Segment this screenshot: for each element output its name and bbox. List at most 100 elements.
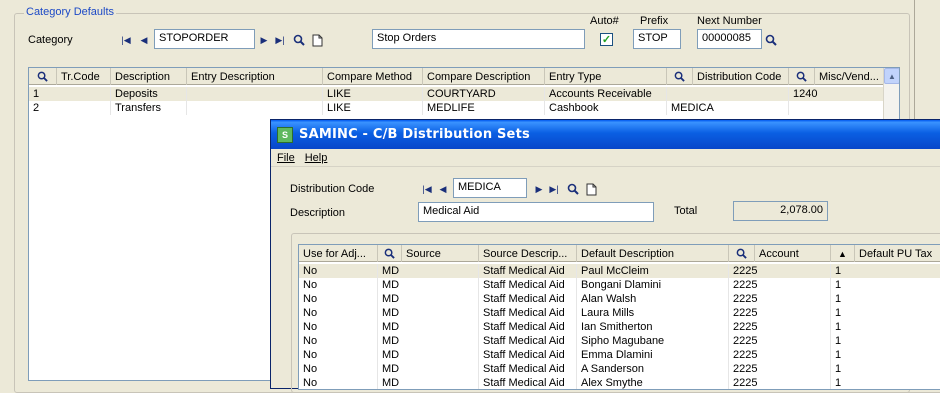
cell-source-description: Staff Medical Aid <box>479 306 577 320</box>
distribution-code-label: Distribution Code <box>290 183 375 195</box>
column-search-icon[interactable] <box>789 68 815 85</box>
table-row[interactable]: No MD Staff Medical Aid Ian Smitherton 2225 1 <box>299 320 940 334</box>
new-document-icon[interactable] <box>310 33 324 47</box>
cell-source: MD <box>378 362 479 376</box>
table-row[interactable]: No MD Staff Medical Aid Paul McCleim 2225 1 <box>299 264 940 278</box>
cell-account: 2225 <box>729 320 831 334</box>
column-header-use-for-adj[interactable]: Use for Adj... <box>299 245 378 262</box>
cell-default-description: Bongani Dlamini <box>577 278 729 292</box>
column-header-source[interactable]: Source <box>402 245 479 262</box>
column-header-account[interactable]: Account <box>755 245 831 262</box>
cell-default-pu-tax: 1 <box>831 376 940 389</box>
description-field[interactable]: Medical Aid <box>418 202 654 222</box>
cell-use-for-adj: No <box>299 292 378 306</box>
next-record-icon[interactable]: ▶ <box>533 182 545 196</box>
cell-default-pu-tax: 1 <box>831 264 940 278</box>
cell-compare-method: LIKE <box>323 101 423 115</box>
table-row[interactable]: No MD Staff Medical Aid Emma Dlamini 2225 1 <box>299 348 940 362</box>
finder-search-icon[interactable] <box>292 33 306 47</box>
next-number-field[interactable]: 00000085 <box>697 29 762 49</box>
next-number-search-icon[interactable] <box>764 33 778 47</box>
table-row[interactable]: No MD Staff Medical Aid Laura Mills 2225 1 <box>299 306 940 320</box>
first-record-icon[interactable]: |◀ <box>421 182 433 196</box>
menu-file[interactable]: File <box>277 152 295 164</box>
column-header-compare-description[interactable]: Compare Description <box>423 68 545 85</box>
table-row[interactable]: No MD Staff Medical Aid Alex Smythe 2225 1 <box>299 376 940 389</box>
table-row[interactable]: 1 Deposits LIKE COURTYARD Accounts Recei… <box>29 87 885 101</box>
cell-default-description: Ian Smitherton <box>577 320 729 334</box>
scroll-up-icon[interactable]: ▲ <box>884 68 899 84</box>
last-record-icon[interactable]: ▶| <box>548 182 560 196</box>
distribution-grid-header: Use for Adj... Source Source Descrip... … <box>299 245 940 262</box>
cell-use-for-adj: No <box>299 264 378 278</box>
finder-search-icon[interactable] <box>566 182 580 196</box>
column-header-entry-type[interactable]: Entry Type <box>545 68 667 85</box>
category-description-field[interactable]: Stop Orders <box>372 29 585 49</box>
prefix-field[interactable]: STOP <box>633 29 681 49</box>
auto-number-checkbox[interactable]: ✓ <box>600 33 613 46</box>
menu-help[interactable]: Help <box>305 152 328 164</box>
cell-source: MD <box>378 348 479 362</box>
column-search-icon[interactable] <box>729 245 755 262</box>
first-record-icon[interactable]: |◀ <box>120 33 132 47</box>
sort-ascending-icon[interactable]: ▲ <box>831 245 855 262</box>
new-document-icon[interactable] <box>584 182 598 196</box>
column-header-default-description[interactable]: Default Description <box>577 245 729 262</box>
column-header-description[interactable]: Description <box>111 68 187 85</box>
next-record-icon[interactable]: ▶ <box>258 33 270 47</box>
cell-source-description: Staff Medical Aid <box>479 278 577 292</box>
cell-source-description: Staff Medical Aid <box>479 334 577 348</box>
column-search-icon[interactable] <box>667 68 693 85</box>
previous-record-icon[interactable]: ◀ <box>138 33 150 47</box>
cell-entry-description <box>187 87 323 101</box>
cell-source-description: Staff Medical Aid <box>479 264 577 278</box>
cell-default-description: Laura Mills <box>577 306 729 320</box>
column-header-tr-code[interactable]: Tr.Code <box>57 68 111 85</box>
table-row[interactable]: No MD Staff Medical Aid Bongani Dlamini 2225… <box>299 278 940 292</box>
table-row[interactable]: No MD Staff Medical Aid A Sanderson 2225 1 <box>299 362 940 376</box>
cell-default-description: Paul McCleim <box>577 264 729 278</box>
cell-source: MD <box>378 292 479 306</box>
cell-source: MD <box>378 376 479 389</box>
cell-default-pu-tax: 1 <box>831 292 940 306</box>
window-titlebar[interactable]: S SAMINC - C/B Distribution Sets <box>271 120 940 149</box>
column-header-default-pu-tax[interactable]: Default PU Tax <box>855 245 940 262</box>
column-header-compare-method[interactable]: Compare Method <box>323 68 423 85</box>
cell-account: 2225 <box>729 376 831 389</box>
column-search-icon[interactable] <box>378 245 402 262</box>
cell-misc-vendor: 1240 <box>789 87 885 101</box>
table-row[interactable]: 2 Transfers LIKE MEDLIFE Cashbook MEDICA <box>29 101 885 115</box>
cell-account: 2225 <box>729 278 831 292</box>
column-header-source-description[interactable]: Source Descrip... <box>479 245 577 262</box>
column-header-misc-vendor[interactable]: Misc/Vend... <box>815 68 885 85</box>
previous-record-icon[interactable]: ◀ <box>437 182 449 196</box>
prefix-label: Prefix <box>640 15 669 27</box>
distribution-code-field[interactable]: MEDICA <box>453 178 527 198</box>
cell-default-pu-tax: 1 <box>831 278 940 292</box>
menu-bar: File Help <box>271 149 940 167</box>
column-header-distribution-code[interactable]: Distribution Code <box>693 68 789 85</box>
cell-default-description: Alan Walsh <box>577 292 729 306</box>
cell-account: 2225 <box>729 348 831 362</box>
distribution-sets-window: S SAMINC - C/B Distribution Sets File He… <box>270 119 940 393</box>
last-record-icon[interactable]: ▶| <box>274 33 286 47</box>
cell-entry-type: Accounts Receivable <box>545 87 667 101</box>
cell-tr-code: 2 <box>29 101 111 115</box>
cell-source-description: Staff Medical Aid <box>479 362 577 376</box>
cell-tr-code: 1 <box>29 87 111 101</box>
cell-default-pu-tax: 1 <box>831 334 940 348</box>
cell-source: MD <box>378 334 479 348</box>
cell-default-pu-tax: 1 <box>831 348 940 362</box>
table-row[interactable]: No MD Staff Medical Aid Alan Walsh 2225 1 <box>299 292 940 306</box>
cell-default-description: Alex Smythe <box>577 376 729 389</box>
cell-source-description: Staff Medical Aid <box>479 348 577 362</box>
category-code-field[interactable]: STOPORDER <box>154 29 255 49</box>
cell-use-for-adj: No <box>299 306 378 320</box>
cell-compare-method: LIKE <box>323 87 423 101</box>
column-header-entry-description[interactable]: Entry Description <box>187 68 323 85</box>
column-search-icon[interactable] <box>29 68 57 85</box>
cell-source-description: Staff Medical Aid <box>479 292 577 306</box>
table-row[interactable]: No MD Staff Medical Aid Sipho Magubane 2225 1 <box>299 334 940 348</box>
cell-source: MD <box>378 278 479 292</box>
cell-description: Transfers <box>111 101 187 115</box>
